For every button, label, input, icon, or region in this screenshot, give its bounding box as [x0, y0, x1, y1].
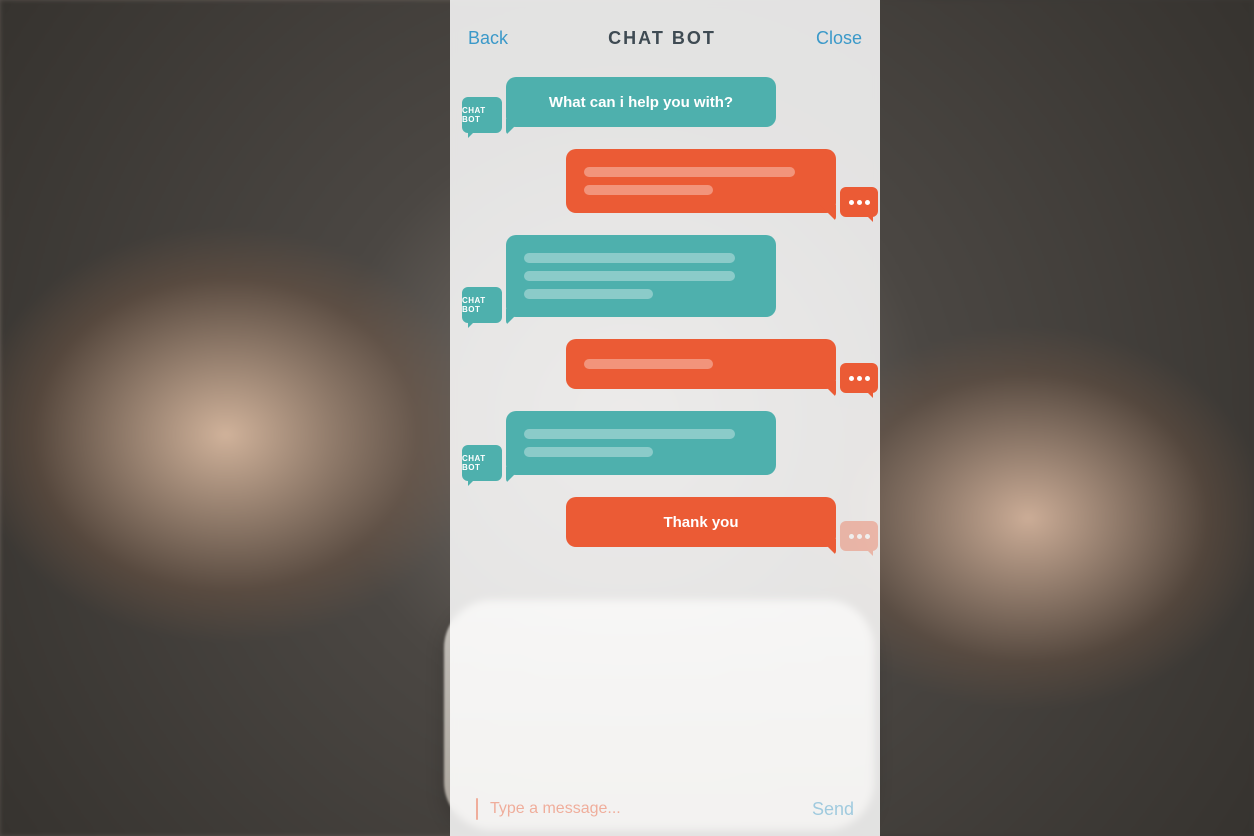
placeholder-line [524, 429, 735, 439]
message-bubble: CHAT BOT [506, 411, 776, 475]
placeholder-line [584, 167, 795, 177]
message-input-bar: Type a message... Send [468, 786, 862, 820]
message-text: Thank you [584, 514, 818, 531]
close-button[interactable]: Close [816, 28, 862, 49]
message-text: What can i help you with? [524, 94, 758, 111]
placeholder-line [524, 271, 735, 281]
placeholder-line [524, 289, 653, 299]
placeholder-line [524, 447, 653, 457]
placeholder-line [584, 185, 713, 195]
placeholder-line [584, 359, 713, 369]
message-bubble: What can i help you with?CHAT BOT [506, 77, 776, 127]
typing-indicator-icon [840, 187, 878, 217]
input-cursor-icon [476, 798, 478, 820]
message-bubble: Thank you [566, 497, 836, 547]
send-button[interactable]: Send [812, 799, 854, 820]
messages-list: What can i help you with?CHAT BOTCHAT BO… [468, 77, 862, 786]
placeholder-line [524, 253, 735, 263]
user-message: Thank you [506, 497, 836, 547]
typing-indicator-icon [840, 521, 878, 551]
bot-message: What can i help you with?CHAT BOT [506, 77, 836, 127]
chat-title: CHAT BOT [608, 28, 716, 49]
typing-indicator-icon [840, 363, 878, 393]
message-input[interactable]: Type a message... [490, 800, 800, 818]
back-button[interactable]: Back [468, 28, 508, 49]
chat-header: Back CHAT BOT Close [468, 28, 862, 49]
bot-avatar-icon: CHAT BOT [462, 445, 502, 481]
message-bubble: CHAT BOT [506, 235, 776, 317]
chat-panel: Back CHAT BOT Close What can i help you … [450, 0, 880, 836]
user-message [506, 149, 836, 213]
bot-message: CHAT BOT [506, 235, 836, 317]
bot-message: CHAT BOT [506, 411, 836, 475]
message-bubble [566, 149, 836, 213]
message-bubble [566, 339, 836, 389]
bot-avatar-icon: CHAT BOT [462, 97, 502, 133]
bot-avatar-icon: CHAT BOT [462, 287, 502, 323]
user-message [506, 339, 836, 389]
